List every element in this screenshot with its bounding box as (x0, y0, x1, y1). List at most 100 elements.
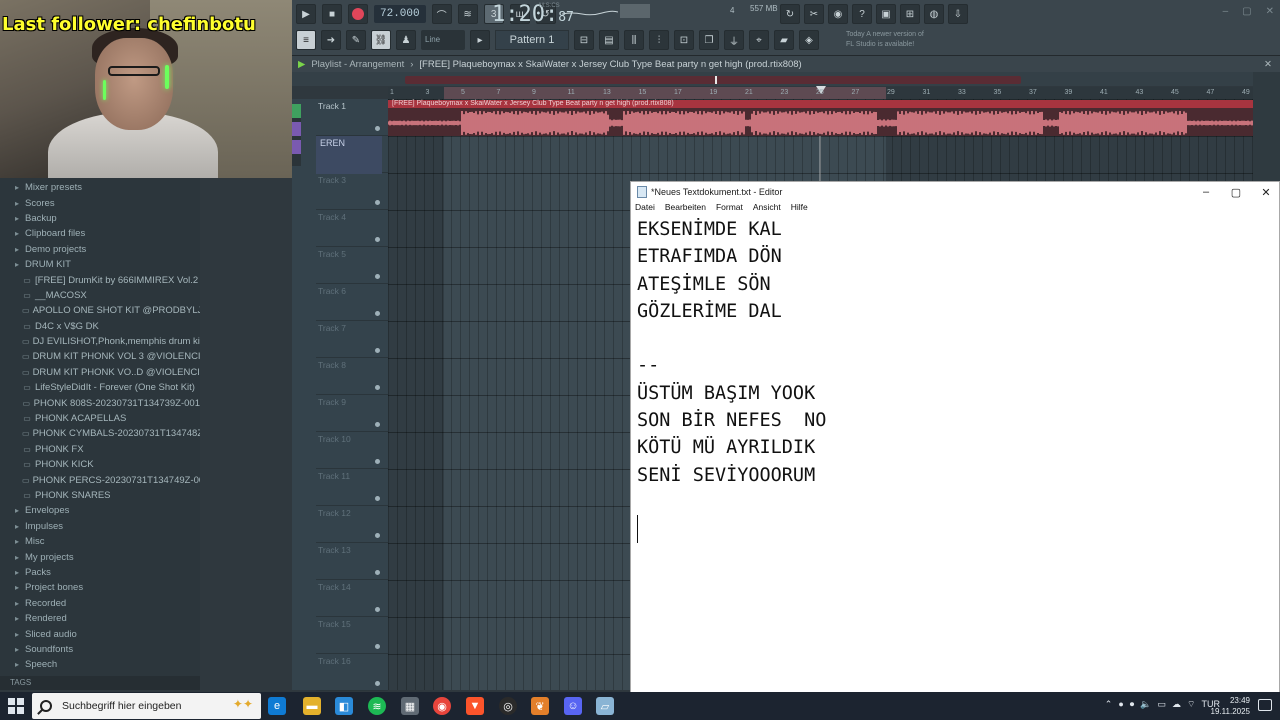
tempo-display[interactable]: 72.000 (374, 5, 426, 23)
browser-item[interactable]: ▸ Demo projects (0, 242, 200, 257)
browser-tags[interactable]: TAGS (0, 676, 200, 690)
record-button[interactable] (348, 4, 368, 24)
add-track-icon[interactable] (292, 104, 301, 118)
track-header[interactable]: Track 14 (316, 580, 388, 617)
brave-icon[interactable]: ▼ (466, 697, 484, 715)
snap-select[interactable]: Line (421, 30, 465, 50)
notepad-menu-item[interactable]: Format (716, 202, 743, 216)
browser-item[interactable]: ▸ Clipboard files (0, 226, 200, 241)
browser-item[interactable]: ▭DRUM KIT PHONK VO..D @VIOLENCIA MANE (0, 365, 200, 380)
mixer-icon[interactable]: ⊞ (900, 4, 920, 24)
track-mute-icon[interactable] (375, 533, 380, 538)
close-icon[interactable]: ✕ (1251, 182, 1280, 202)
tray-app-icon[interactable]: ● (1118, 699, 1123, 710)
browser-item[interactable]: ▸ Envelopes (0, 503, 200, 518)
track-mute-icon[interactable] (375, 311, 380, 316)
browser-item[interactable]: ▭ D4C x V$G DK (0, 319, 200, 334)
minimize-icon[interactable]: – (1223, 6, 1229, 17)
notepad-taskbar-icon[interactable]: ▱ (596, 697, 614, 715)
browser-item[interactable]: ▭ PHONK 808S-20230731T134739Z-001 (0, 395, 200, 410)
obs-icon[interactable]: ◎ (499, 697, 517, 715)
piano-roll-icon[interactable]: ▤ (599, 30, 619, 50)
track-header[interactable]: Track 8 (316, 358, 388, 395)
track-mute-icon[interactable] (375, 422, 380, 427)
link-icon[interactable]: ⛓ (371, 30, 391, 50)
track-header[interactable]: Track 7 (316, 321, 388, 358)
chat-icon[interactable]: ◍ (924, 4, 944, 24)
notepad-text-area[interactable]: EKSENİMDE KAL ETRAFIMDA DÖN ATEŞİMLE SÖN GÖ… (637, 216, 1267, 686)
playlist-play-icon[interactable]: ▶ (298, 59, 305, 70)
browser-item[interactable]: ▸ Scores (0, 195, 200, 210)
browser-item[interactable]: ▭ APOLLO ONE SHOT KIT @PRODBYLJS (0, 303, 200, 318)
track-header[interactable]: Track 1 (316, 99, 388, 136)
notification-icon[interactable] (1258, 699, 1272, 711)
tag-icon[interactable]: ⌖ (749, 30, 769, 50)
track-header[interactable]: Track 15 (316, 617, 388, 654)
chevron-up-icon[interactable]: ⌃ (1105, 699, 1113, 710)
browser-item[interactable]: ▸ Misc (0, 534, 200, 549)
track-mute-icon[interactable] (375, 200, 380, 205)
pencil-icon[interactable]: ✎ (346, 30, 366, 50)
calculator-icon[interactable]: ▦ (401, 697, 419, 715)
horizontal-scrollbar[interactable] (405, 76, 1021, 84)
stamp-icon[interactable]: ♟ (396, 30, 416, 50)
pattern-song-toggle[interactable] (620, 4, 650, 18)
browser-item[interactable]: ▭ __MACOSX (0, 288, 200, 303)
track-header[interactable]: Track 6 (316, 284, 388, 321)
channel-rack-icon[interactable]: ⊟ (574, 30, 594, 50)
track-mute-icon[interactable] (375, 274, 380, 279)
stop-icon[interactable]: ■ (322, 4, 342, 24)
spotify-icon[interactable]: ≋ (368, 697, 386, 715)
scroll-position[interactable] (715, 76, 717, 84)
browser-item[interactable]: ▭ LifeStyleDidIt - Forever (One Shot Kit) (0, 380, 200, 395)
browser-item[interactable]: ▸ Impulses (0, 519, 200, 534)
track-mute-icon[interactable] (375, 607, 380, 612)
browser-item[interactable]: ▸ Recorded (0, 596, 200, 611)
notepad-menu-item[interactable]: Datei (635, 202, 655, 216)
track-mute-icon[interactable] (375, 570, 380, 575)
track-mute-icon[interactable] (375, 237, 380, 242)
browser-item[interactable]: ▸ DRUM KIT (0, 257, 200, 272)
edison-icon[interactable]: ◈ (799, 30, 819, 50)
maximize-icon[interactable]: ▢ (1221, 182, 1251, 202)
volume-icon[interactable]: 🔈 (1140, 699, 1151, 710)
automation-icon[interactable] (292, 140, 301, 154)
browser-item[interactable]: ▭PHONK CYMBALS-20230731T134748Z-001 (0, 426, 200, 441)
browser-item[interactable]: ▸ Mixer presets (0, 180, 200, 195)
cloud-icon[interactable]: ☁ (1172, 699, 1181, 710)
sliders-icon[interactable]: ⫶ (649, 30, 669, 50)
track-header[interactable]: Track 5 (316, 247, 388, 284)
metronome-icon[interactable]: ⌒ (431, 4, 452, 24)
playlist-close-icon[interactable]: ✕ (1264, 59, 1272, 70)
play-icon[interactable]: ▶ (296, 4, 316, 24)
pattern-selector[interactable]: Pattern 1 (495, 30, 569, 50)
track-header[interactable]: Track 10 (316, 432, 388, 469)
cut-icon[interactable]: ✂ (804, 4, 824, 24)
track-header[interactable]: Track 13 (316, 543, 388, 580)
mic-tray-icon[interactable]: ⏺ (1130, 699, 1135, 710)
edge-icon[interactable]: e (268, 697, 286, 715)
browser-item[interactable]: ▭DRUM KIT PHONK VOL 3 @VIOLENCIA MANE (0, 349, 200, 364)
network-icon[interactable]: ⌔ (1187, 699, 1195, 710)
update-news[interactable]: Today A newer version of FL Studio is ava… (846, 30, 938, 50)
notepad-menu-item[interactable]: Hilfe (791, 202, 808, 216)
help-icon[interactable]: ? (852, 4, 872, 24)
save-icon[interactable]: ▣ (876, 4, 896, 24)
track-mute-icon[interactable] (375, 644, 380, 649)
export-icon[interactable]: ⇩ (948, 4, 968, 24)
browser-item[interactable]: ▸ Speech (0, 657, 200, 672)
timeline-ruler[interactable]: 1 3 5 7 9 11 13 15 17 19 21 23 25 27 29 31 33 35 37 39 41 43 4… (388, 86, 1253, 99)
track-header[interactable]: Track 11 (316, 469, 388, 506)
track-header[interactable]: Track 9 (316, 395, 388, 432)
browser-item[interactable]: ▸ Sliced audio (0, 626, 200, 641)
browser-item[interactable]: ▭ PHONK KICK (0, 457, 200, 472)
mic-icon[interactable]: ◉ (828, 4, 848, 24)
browser-item[interactable]: ▸ Rendered (0, 611, 200, 626)
plug-icon[interactable]: ⏚ (724, 30, 744, 50)
track-header[interactable]: Track 3 (316, 173, 388, 210)
channel-eren[interactable]: EREN (316, 136, 382, 174)
undo-icon[interactable]: ↻ (780, 4, 800, 24)
taskbar-search[interactable]: Suchbegriff hier eingeben ✦✦ (32, 693, 261, 719)
track-mute-icon[interactable] (375, 681, 380, 686)
track-mute-icon[interactable] (375, 496, 380, 501)
